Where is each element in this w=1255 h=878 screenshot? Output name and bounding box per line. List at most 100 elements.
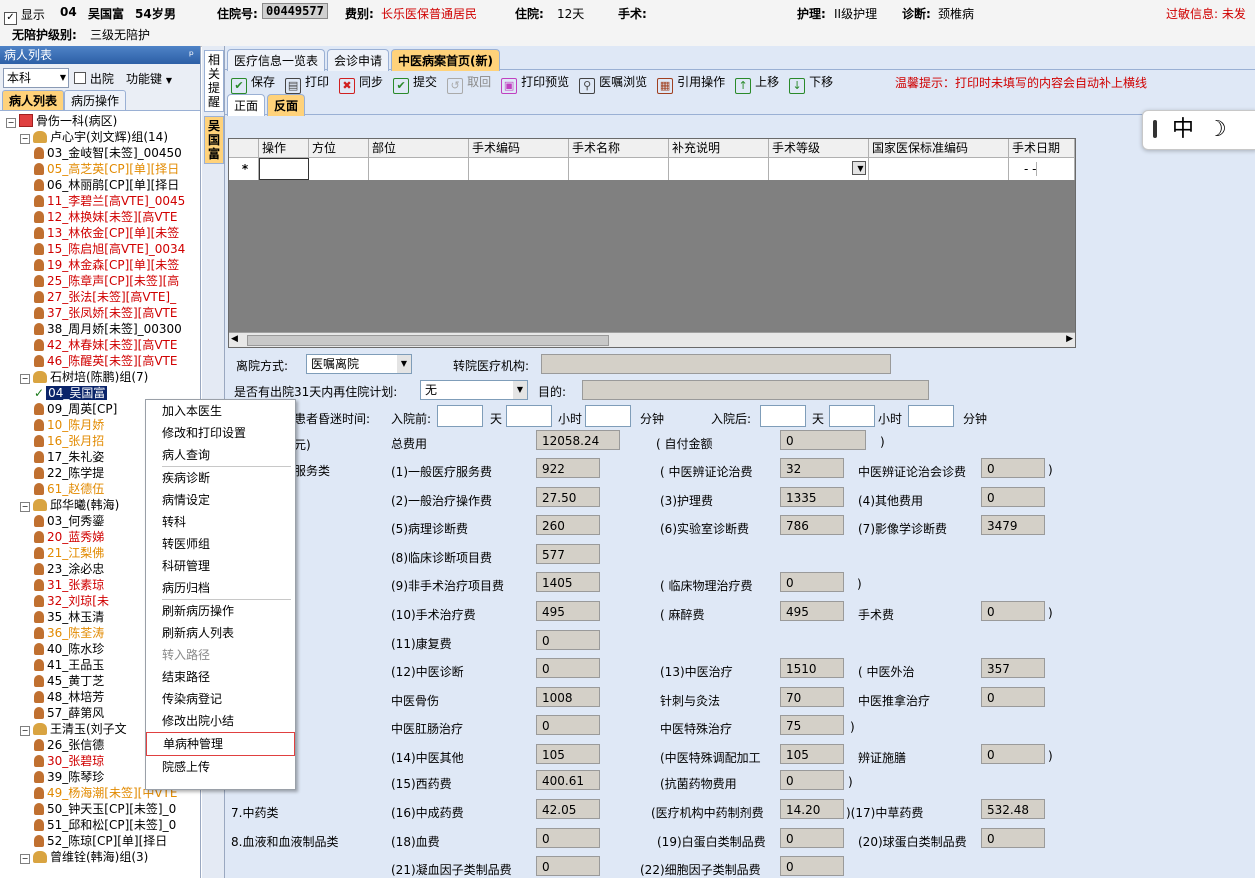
context-menu-item[interactable]: 病人查询	[146, 444, 295, 466]
fee-value-field[interactable]: 0	[536, 856, 600, 876]
collapse-icon[interactable]: −	[20, 374, 30, 384]
context-menu-item[interactable]: 加入本医生	[146, 400, 295, 422]
tree-row[interactable]: 42_林春妹[未签][高VTE	[6, 337, 200, 353]
dept-select[interactable]: 本科 ▼	[3, 68, 69, 88]
show-checkbox[interactable]: ✓ 显示	[4, 6, 45, 25]
toolbar-button-0[interactable]: ✔ 保存	[231, 70, 275, 94]
collapse-icon[interactable]: −	[20, 502, 30, 512]
context-menu-item[interactable]: 科研管理	[146, 555, 295, 577]
collapse-icon[interactable]: −	[20, 726, 30, 736]
context-menu-item[interactable]: 传染病登记	[146, 688, 295, 710]
fee-value-field[interactable]: 42.05	[536, 799, 600, 819]
tree-row[interactable]: 46_陈醒英[未签][高VTE	[6, 353, 200, 369]
tree-row[interactable]: 50_钟天玉[CP][未签]_0	[6, 801, 200, 817]
fee-value-field[interactable]: 0	[780, 770, 844, 790]
tree-row[interactable]: 19_林金森[CP][单][未签	[6, 257, 200, 273]
fee-value-field[interactable]: 400.61	[536, 770, 600, 790]
fee-value-field[interactable]: 105	[536, 744, 600, 764]
toolbar-button-2[interactable]: ✖ 同步	[339, 70, 383, 94]
fee-value-field[interactable]: 0	[981, 458, 1045, 478]
toolbar-button-5[interactable]: ▣ 打印预览	[501, 70, 569, 94]
discharge-checkbox[interactable]: 出院	[74, 70, 114, 87]
fee-value-field[interactable]: 532.48	[981, 799, 1045, 819]
tree-row[interactable]: − 石树培(陈鹏)组(7)	[6, 369, 200, 385]
fee-value-field[interactable]: 27.50	[536, 487, 600, 507]
fee-value-field[interactable]: 1510	[780, 658, 844, 678]
tree-row[interactable]: 15_陈启旭[高VTE]_0034	[6, 241, 200, 257]
fee-value-field[interactable]: 495	[780, 601, 844, 621]
grid-cell[interactable]	[469, 158, 569, 180]
fee-value-field[interactable]: 0	[536, 828, 600, 848]
context-menu-item[interactable]: 刷新病历操作	[146, 600, 295, 622]
tree-row[interactable]: 05_高芝英[CP][单][择日	[6, 161, 200, 177]
context-menu-item[interactable]: 病历归档	[146, 577, 295, 599]
fee-value-field[interactable]: 75	[780, 715, 844, 735]
context-menu-item[interactable]: 单病种管理	[146, 732, 295, 756]
fee-value-field[interactable]: 577	[536, 544, 600, 564]
context-menu-item[interactable]: 修改出院小结	[146, 710, 295, 732]
fee-value-field[interactable]: 0	[981, 687, 1045, 707]
grid-cell[interactable]	[309, 158, 369, 180]
fee-value-field[interactable]: 0	[536, 630, 600, 650]
grid-column-header[interactable]: 方位	[309, 139, 369, 157]
context-menu-item[interactable]: 结束路径	[146, 666, 295, 688]
toolbar-button-4[interactable]: ↺ 取回	[447, 70, 491, 94]
collapse-icon[interactable]: −	[20, 134, 30, 144]
fee-value-field[interactable]: 0	[981, 601, 1045, 621]
toolbar-button-7[interactable]: ▦ 引用操作	[657, 70, 725, 94]
purpose-field[interactable]	[582, 380, 929, 400]
after-hours-input[interactable]	[829, 405, 875, 427]
tab-tcm-record-home[interactable]: 中医病案首页(新)	[391, 49, 501, 71]
fee-value-field[interactable]: 0	[981, 487, 1045, 507]
tree-row[interactable]: − 卢心宇(刘文辉)组(14)	[6, 129, 200, 145]
fee-value-field[interactable]: 0	[780, 572, 844, 592]
pin-icon[interactable]: ᵖ	[189, 46, 194, 64]
toolbar-button-3[interactable]: ✔ 提交	[393, 70, 437, 94]
tab-record-ops[interactable]: 病历操作	[64, 90, 127, 110]
tree-row[interactable]: 51_邱和松[CP][未签]_0	[6, 817, 200, 833]
fee-value-field[interactable]: 1335	[780, 487, 844, 507]
ime-indicator[interactable]: 中 ☽	[1142, 110, 1255, 150]
discharge-method-select[interactable]: 医嘱离院 ▼	[306, 354, 412, 374]
context-menu-item[interactable]: 院感上传	[146, 756, 295, 778]
collapse-icon[interactable]: −	[6, 118, 16, 128]
surgery-grid-new-row[interactable]: * ▼ - -	[229, 157, 1075, 180]
before-minutes-input[interactable]	[585, 405, 631, 427]
tree-row[interactable]: 06_林丽鹃[CP][单][择日	[6, 177, 200, 193]
grid-column-header[interactable]: 手术编码	[469, 139, 569, 157]
scroll-thumb[interactable]	[247, 335, 609, 346]
fee-value-field[interactable]: 357	[981, 658, 1045, 678]
grid-column-header[interactable]: 手术日期	[1009, 139, 1075, 157]
grid-horizontal-scrollbar[interactable]: ◀ ▶	[229, 332, 1075, 347]
context-menu-item[interactable]: 疾病诊断	[146, 467, 295, 489]
fee-value-field[interactable]: 922	[536, 458, 600, 478]
scroll-left-icon[interactable]: ◀	[231, 334, 238, 344]
fee-value-field[interactable]: 0	[981, 828, 1045, 848]
tree-row[interactable]: 37_张凤娇[未签][高VTE	[6, 305, 200, 321]
fee-value-field[interactable]: 495	[536, 601, 600, 621]
fee-value-field[interactable]: 14.20	[780, 799, 844, 819]
grid-column-header[interactable]: 补充说明	[669, 139, 769, 157]
grid-column-header[interactable]: 国家医保标准编码	[869, 139, 1009, 157]
grid-cell[interactable]	[869, 158, 1009, 180]
tree-row[interactable]: − 曾维铨(韩海)组(3)	[6, 849, 200, 865]
fee-value-field[interactable]: 3479	[981, 515, 1045, 535]
tree-row[interactable]: 03_金岐智[未签]_00450	[6, 145, 200, 161]
context-menu-item[interactable]: 转医师组	[146, 533, 295, 555]
tree-row[interactable]: 13_林依金[CP][单][未签	[6, 225, 200, 241]
toolbar-button-8[interactable]: ↑ 上移	[735, 70, 779, 94]
fee-value-field[interactable]: 260	[536, 515, 600, 535]
collapse-icon[interactable]: −	[20, 854, 30, 864]
fee-value-field[interactable]: 0	[536, 715, 600, 735]
tab-consultation[interactable]: 会诊申请	[327, 49, 390, 71]
fee-value-field[interactable]: 1008	[536, 687, 600, 707]
toolbar-button-1[interactable]: ▤ 打印	[285, 70, 329, 94]
fee-value-field[interactable]: 0	[780, 828, 844, 848]
fee-value-field[interactable]: 786	[780, 515, 844, 535]
tree-row[interactable]: 11_李碧兰[高VTE]_0045	[6, 193, 200, 209]
after-days-input[interactable]	[760, 405, 806, 427]
tab-patient-record[interactable]: 吴国富	[204, 116, 224, 164]
readmit-select[interactable]: 无 ▼	[420, 380, 528, 400]
tree-row[interactable]: 27_张法[未签][高VTE]_	[6, 289, 200, 305]
fee-value-field[interactable]: 0	[780, 430, 866, 450]
